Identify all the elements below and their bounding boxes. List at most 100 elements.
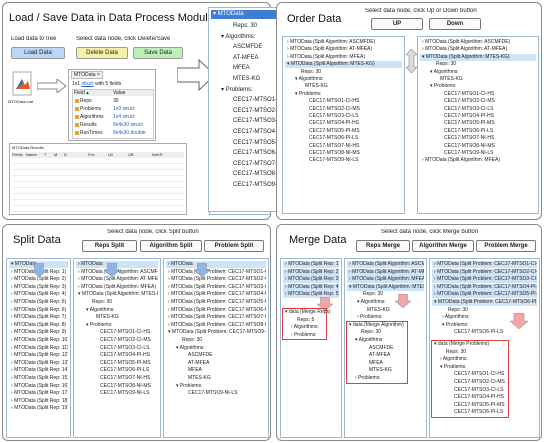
tree-node[interactable]: Reps: 30 bbox=[420, 61, 536, 68]
tree-node[interactable]: MTES-KG bbox=[347, 307, 424, 314]
results-col-header[interactable]: Fields bbox=[12, 152, 26, 158]
tree-node[interactable]: › MTOData (Split Rep: 5) bbox=[9, 299, 68, 306]
tree-node[interactable]: › MTOData (Split Algorithm: AT-MFEA) bbox=[420, 46, 536, 53]
tree-node[interactable]: CEC17-MTSO4-PI-HS bbox=[285, 120, 402, 127]
results-row[interactable] bbox=[12, 189, 184, 194]
tree-node[interactable]: ▾ MTOData (Split Algorithm: MTES-KG) bbox=[285, 61, 402, 69]
tree-node[interactable]: ASCMFDE bbox=[166, 352, 266, 359]
tree-node[interactable]: CEC17-MTSO7-NI-HS bbox=[76, 375, 158, 382]
tree-node[interactable]: ▾ Algorithms: bbox=[76, 307, 158, 314]
tree-node[interactable]: › MTOData (Split Algorithm: ASCMFDE) bbox=[285, 39, 402, 46]
results-row[interactable] bbox=[12, 177, 184, 182]
tree-node[interactable]: › MTOData (Split Algorithm: MFEA) bbox=[347, 276, 424, 284]
tree-node[interactable]: CEC17-MTSO1-CI-HS bbox=[76, 329, 158, 336]
tree-node[interactable]: › MTOData (Split Algorithm: ASCMFDE) bbox=[420, 39, 536, 46]
results-col-header[interactable]: Name bbox=[26, 152, 44, 158]
tree-node[interactable]: ▾ MTOData (Split Problem: CEC17-MTSO6-PI… bbox=[432, 299, 537, 306]
algorithm-merge-button[interactable]: Algorithm Merge bbox=[412, 240, 474, 252]
tree-node[interactable]: ▾ Problems: bbox=[285, 91, 402, 98]
field-row[interactable]: Algorithms 1x4 struct bbox=[74, 113, 152, 121]
results-col-header[interactable]: LB bbox=[108, 152, 128, 158]
tree-node[interactable]: › MTOData (Split Problem: CEC17-MTSO5-PI… bbox=[166, 299, 266, 306]
tree-node[interactable]: › MTOData (Split Problem: CEC17-MTSO7-NI… bbox=[166, 314, 266, 321]
tree-node[interactable]: › MTOData (Split Rep: 4) bbox=[9, 291, 68, 298]
delete-data-button[interactable]: Delete Data bbox=[76, 47, 128, 59]
results-col-header[interactable]: D bbox=[64, 152, 88, 158]
problem-split-button[interactable]: Problem Split bbox=[204, 240, 264, 252]
tree-node[interactable]: ▾ MTOData (Split Algorithm: MTES-KG) bbox=[76, 291, 158, 298]
tree-node[interactable]: ▾ Algorithms: bbox=[285, 76, 402, 83]
field-row[interactable]: RunTimes 9x4x30 double bbox=[74, 129, 152, 137]
reps-merge-button[interactable]: Reps Merge bbox=[356, 240, 410, 252]
tree-node[interactable]: › MTOData (Split Problem: CEC17-MTSO4-PI… bbox=[166, 291, 266, 298]
tree-node[interactable]: › MTOData (Split Rep: 7) bbox=[9, 314, 68, 321]
tree-node[interactable]: CEC17-MTSO8-NI-MS bbox=[420, 143, 536, 150]
tree-node[interactable]: › MTOData (Split Problem: CEC17-MTSO3-CI… bbox=[432, 276, 537, 284]
tree-node[interactable]: CEC17-MTSO3-CI-LS bbox=[285, 113, 402, 120]
tree-node[interactable]: › MTOData (Split Problem: CEC17-MTSO8-NI… bbox=[166, 322, 266, 329]
algorithm-split-button[interactable]: Algorithm Split bbox=[140, 240, 202, 252]
tree-node[interactable]: › MTOData (Split Rep: 19) bbox=[9, 405, 68, 412]
save-data-button[interactable]: Save Data bbox=[133, 47, 183, 59]
tree-node[interactable]: › MTOData (Split Rep: 8) bbox=[9, 322, 68, 329]
tree-node[interactable]: CEC17-MTSO8-NI-MS bbox=[76, 383, 158, 390]
tree-node[interactable]: CEC17-MTSO9-NI-LS bbox=[285, 157, 402, 164]
tree-node[interactable]: CEC17-MTSO9-NI-LS bbox=[166, 390, 266, 397]
tree-node[interactable]: CEC17-MTSO4-PI-HS bbox=[420, 113, 536, 120]
tree-node[interactable]: › MTOData (Split Rep: 10) bbox=[9, 337, 68, 344]
results-col-header[interactable]: T bbox=[44, 152, 54, 158]
tree-node[interactable]: MTES-KG bbox=[285, 83, 402, 90]
tree-node[interactable]: CEC17-MTSO3-CI-LS bbox=[420, 106, 536, 113]
tree-node[interactable]: CEC17-MTSO6-PI-LS bbox=[285, 135, 402, 142]
results-row[interactable] bbox=[12, 183, 184, 188]
tree-node[interactable]: › MTOData (Split Algorithm: AT-MFEA) bbox=[347, 268, 424, 276]
field-row[interactable]: Problems 1x9 struct bbox=[74, 105, 152, 113]
struct-link[interactable]: struct bbox=[81, 81, 93, 87]
tree-node[interactable]: › MTOData (Split Rep: 6) bbox=[9, 307, 68, 314]
tree-node[interactable]: MTES-KG bbox=[166, 375, 266, 382]
results-tab[interactable]: MTOData.Results bbox=[12, 145, 44, 151]
tree-node[interactable]: › MTOData (Split Rep: 2) bbox=[283, 268, 339, 276]
tree-node[interactable]: ▾ Algorithms: bbox=[347, 299, 424, 306]
tree-node[interactable]: CEC17-MTSO6-PI-LS bbox=[76, 367, 158, 374]
tree-node[interactable]: › MTOData (Split Problem: CEC17-MTSO2-CI… bbox=[432, 268, 537, 276]
tree-node[interactable]: › MTOData (Split Algorithm: MFEA) bbox=[420, 157, 536, 164]
tree-node[interactable]: Reps: 30 bbox=[285, 69, 402, 76]
field-row[interactable]: Results 9x4x30 struct bbox=[74, 121, 152, 129]
tree-node[interactable]: ▾ MTOData (Split Algorithm: MTES-KG) bbox=[347, 283, 424, 291]
field-row[interactable]: Reps 30 bbox=[74, 97, 152, 105]
tree-node[interactable]: › MTOData (Split Rep: 12) bbox=[9, 352, 68, 359]
tree-node[interactable]: › MTOData (Split Algorithm: AT-MFEA) bbox=[285, 46, 402, 53]
tree-node[interactable]: CEC17-MTSO5-PI-MS bbox=[420, 120, 536, 127]
tree-node[interactable]: › MTOData (Split Problem: CEC17-MTSO2-CI… bbox=[166, 276, 266, 283]
results-row[interactable] bbox=[12, 195, 184, 200]
value-header[interactable]: Value bbox=[113, 90, 153, 96]
tree-node[interactable]: › MTOData (Split Rep: 1) bbox=[283, 261, 339, 268]
results-col-header[interactable]: Inst.R bbox=[152, 152, 174, 158]
tree-node[interactable]: › MTOData (Split Problem: CEC17-MTSO6-PI… bbox=[166, 307, 266, 314]
load-data-button[interactable]: Load Data bbox=[11, 47, 65, 59]
reps-split-button[interactable]: Reps Split bbox=[82, 240, 137, 252]
tree-node[interactable]: MTES-KG bbox=[76, 314, 158, 321]
results-row[interactable] bbox=[12, 171, 184, 176]
tree-node[interactable]: › MTOData (Split Rep: 17) bbox=[9, 390, 68, 397]
tree-node[interactable]: ▾ MTOData (Split Algorithm: MTES-KG) bbox=[420, 53, 536, 61]
struct-tab[interactable]: MTOData × bbox=[71, 71, 103, 79]
tree-node[interactable]: CEC17-MTSO7-NI-HS bbox=[420, 135, 536, 142]
tree-node[interactable]: › MTOData (Split Rep: 16) bbox=[9, 383, 68, 390]
tree-node[interactable]: CEC17-MTSO9-NI-LS bbox=[76, 390, 158, 397]
problem-merge-button[interactable]: Problem Merge bbox=[476, 240, 536, 252]
tree-node[interactable]: CEC17-MTSO2-CI-MS bbox=[76, 337, 158, 344]
tree-node[interactable]: › MTOData (Split Rep: 3) bbox=[9, 284, 68, 291]
tree-node[interactable]: CEC17-MTSO7-NI-HS bbox=[285, 143, 402, 150]
tree-node[interactable]: CEC17-MTSO3-CI-LS bbox=[76, 345, 158, 352]
results-col-header[interactable]: UB bbox=[128, 152, 152, 158]
tree-node[interactable]: CEC17-MTSO1-CI-HS bbox=[285, 98, 402, 105]
tree-node[interactable]: › MTOData (Split Problem: CEC17-MTSO1-CI… bbox=[166, 269, 266, 276]
tree-node[interactable]: › MTOData (Split Rep: 4) bbox=[283, 283, 339, 291]
tree-node[interactable]: Reps: 30 bbox=[166, 337, 266, 344]
tree-node[interactable]: ▾ MTOData (Split Problem: CEC17-MTSO9-NI… bbox=[166, 329, 266, 336]
tree-node[interactable]: › MTOData (Split Problem: CEC17-MTSO3-CI… bbox=[166, 284, 266, 291]
tree-node[interactable]: Reps: 30 bbox=[347, 291, 424, 298]
results-col-header[interactable]: M bbox=[54, 152, 64, 158]
